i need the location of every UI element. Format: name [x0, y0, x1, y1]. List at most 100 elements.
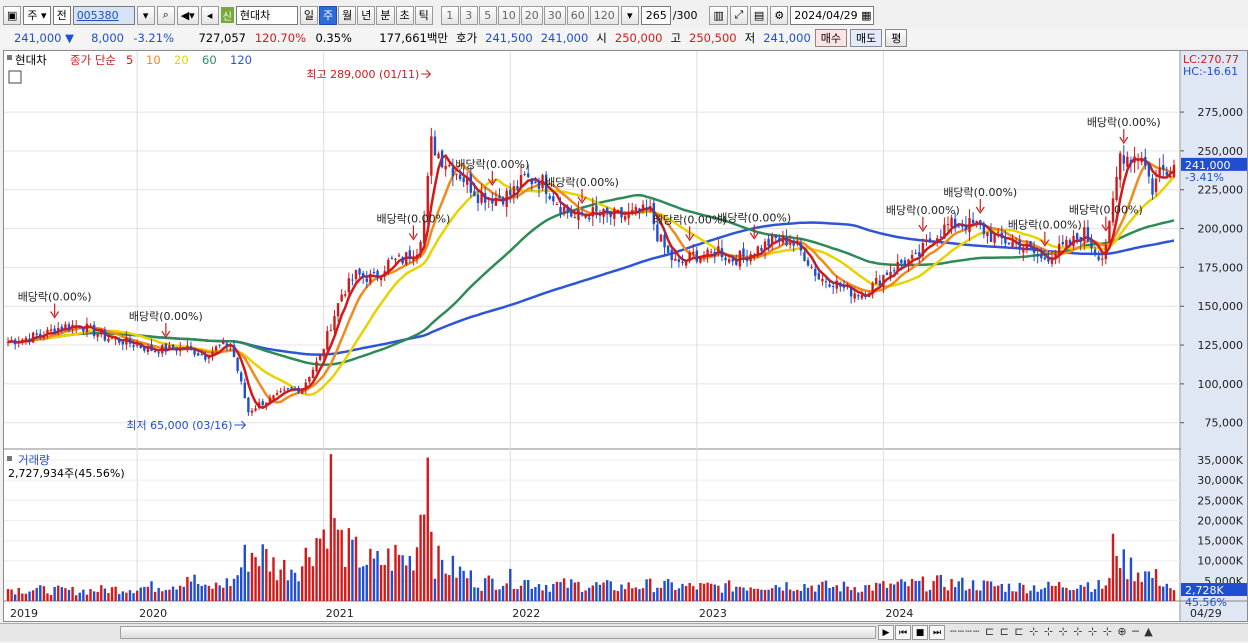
volume-bar [89, 589, 92, 601]
volume-bar [1151, 577, 1154, 601]
volume-bar [96, 591, 99, 601]
date-input[interactable]: 2024/04/29 ▦ [790, 5, 875, 25]
volume-bar [383, 564, 386, 601]
volume-bar [670, 582, 673, 601]
code-dropdown-icon[interactable]: ▾ [136, 5, 155, 25]
volume-bar [559, 582, 562, 601]
stock-name-field: 현대차 [235, 5, 298, 25]
candle-body [1022, 247, 1025, 253]
period-mode-select[interactable]: 주 ▾ [23, 5, 51, 25]
candle-body [864, 295, 867, 298]
minute-button[interactable]: 20 [520, 5, 543, 25]
hc-label: HC:-16.61 [1183, 65, 1238, 78]
speaker-icon[interactable]: ◀▾ [176, 5, 199, 25]
volume-bar [839, 591, 842, 601]
candle-body [476, 194, 480, 203]
chart-scrollbar[interactable]: ▶ ⏮ ■ ⏭ ┄┄┄┄ ⊏ ⊏ ⊏ ⊹ ⊹ ⊹ ⊹ ⊹ ⊹ ⊕ ─ ▲ [0, 623, 1248, 641]
minute-button[interactable]: 60 [566, 5, 589, 25]
candle-body [573, 217, 577, 219]
buy-button[interactable]: 매수 [814, 29, 848, 47]
volume-bar [13, 594, 17, 601]
save-icon[interactable]: ▤ [749, 5, 769, 25]
candle-body [1122, 155, 1125, 164]
candle-body [1090, 238, 1093, 249]
stop-icon[interactable]: ■ [912, 625, 928, 640]
volume-bar [605, 580, 609, 601]
candle-type-icon[interactable]: ▥ [709, 5, 728, 25]
minute-button[interactable]: 120 [589, 5, 619, 25]
volume-bar [1118, 568, 1122, 601]
candle-body [824, 281, 828, 283]
sell-button[interactable]: 매도 [850, 29, 883, 47]
candle-body [379, 276, 383, 281]
gear-icon[interactable]: ⚙ [770, 5, 789, 25]
scrollbar-thumb[interactable] [120, 626, 876, 639]
volume-bar [415, 547, 419, 601]
volume-bar [648, 578, 652, 601]
volume-bar [405, 565, 408, 601]
minute-button[interactable]: 1 [440, 5, 459, 25]
candle-body [867, 293, 871, 298]
stock-code-input[interactable]: 005380 [72, 5, 135, 25]
nav-prev-icon[interactable]: ◂ [200, 5, 219, 25]
candle-body [839, 282, 842, 287]
candle-body [279, 391, 282, 393]
volume-bar [419, 514, 422, 601]
volume-bar [842, 581, 846, 601]
scroll-right-icon[interactable]: ▶ [878, 625, 894, 640]
interval-tab[interactable]: 초 [395, 5, 414, 25]
window-menu-icon[interactable]: ▣ [3, 5, 22, 25]
interval-tab[interactable]: 틱 [414, 5, 433, 25]
period-mode2-select[interactable]: 전 [52, 5, 71, 25]
candle-body [96, 334, 99, 337]
volume-bar [351, 539, 354, 601]
volume-bar [437, 545, 440, 601]
candle-body [932, 242, 935, 244]
minute-button[interactable]: 30 [543, 5, 566, 25]
interval-tab[interactable]: 년 [357, 5, 376, 25]
candle-body [376, 270, 379, 278]
scroll-last-icon[interactable]: ⏭ [929, 625, 945, 640]
scroll-first-icon[interactable]: ⏮ [895, 625, 911, 640]
candle-body [143, 346, 146, 351]
minute-dropdown-icon[interactable]: ▾ [620, 5, 639, 25]
volume-bar [71, 586, 74, 601]
interval-tab[interactable]: 일 [299, 5, 318, 25]
volume-bar [853, 587, 856, 601]
search-icon[interactable]: ⌕ [156, 5, 175, 25]
candle-body [814, 268, 817, 276]
volume-bar [304, 547, 307, 601]
volume-bar [250, 552, 254, 601]
candle-body [763, 241, 767, 251]
candle-body [878, 280, 882, 286]
ma-line-120 [7, 221, 1175, 356]
candle-body [695, 250, 699, 262]
volume-bar [175, 589, 178, 601]
price-tick-label: 150,000 [1198, 300, 1244, 313]
interval-tab[interactable]: 주 [319, 5, 338, 25]
candle-body [950, 217, 953, 227]
candle-body [196, 353, 200, 356]
low-label: 저 [744, 31, 756, 45]
chart-area[interactable]: 275,000 250,000 225,000 200,000 175,000 150,0… [3, 50, 1248, 622]
drawing-tools-icon[interactable]: ┄┄┄┄ ⊏ ⊏ ⊏ ⊹ ⊹ ⊹ ⊹ ⊹ ⊹ ⊕ ─ ▲ [950, 625, 1154, 638]
minute-button[interactable]: 3 [459, 5, 478, 25]
count-input[interactable]: 265 [640, 5, 671, 25]
candle-body [760, 247, 763, 251]
eval-button[interactable]: 평 [885, 29, 908, 47]
volume-bar [268, 571, 272, 601]
price-volume-chart[interactable]: 275,000 250,000 225,000 200,000 175,000 150,0… [4, 51, 1247, 621]
candle-body [214, 346, 218, 351]
candle-body [265, 402, 268, 407]
volume-bar [735, 586, 738, 601]
interval-tab[interactable]: 월 [338, 5, 357, 25]
volume-bar [1029, 590, 1032, 601]
minute-button[interactable]: 10 [497, 5, 520, 25]
volume-bar [946, 590, 950, 601]
interval-tab[interactable]: 분 [376, 5, 395, 25]
candle-body [638, 208, 641, 213]
minute-button[interactable]: 5 [478, 5, 497, 25]
line-tool-icon[interactable]: ⤢ [729, 5, 748, 25]
volume-bar [613, 590, 616, 601]
candle-body [397, 255, 401, 257]
